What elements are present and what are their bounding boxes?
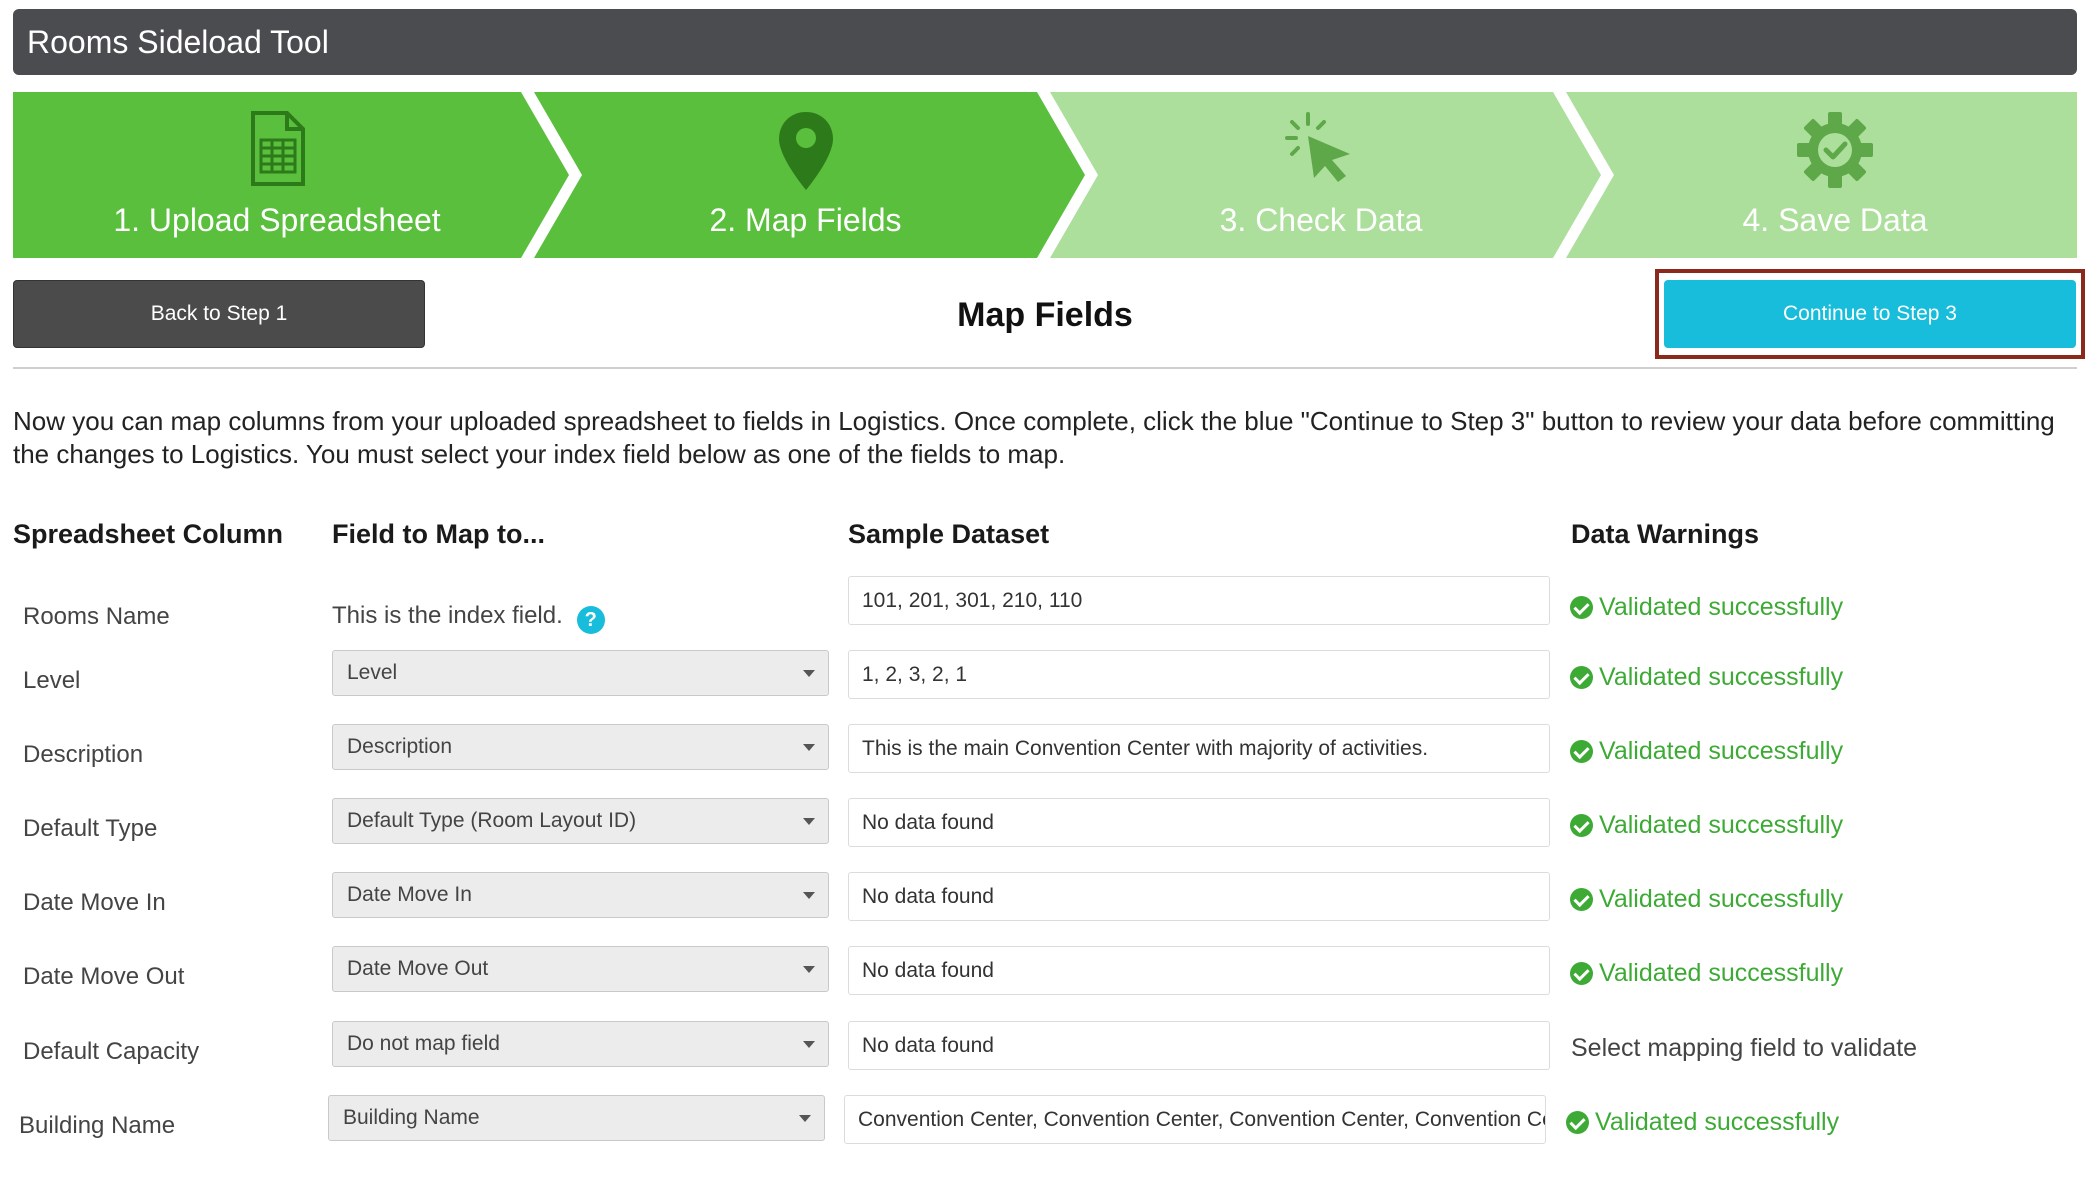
wizard-steps: 1. Upload Spreadsheet 2. Map Fields 3. C…	[13, 92, 2077, 258]
step-upload-spreadsheet[interactable]: 1. Upload Spreadsheet	[13, 92, 541, 258]
field-map-select[interactable]: Building Name	[328, 1095, 825, 1141]
step-save-data[interactable]: 4. Save Data	[1593, 92, 2077, 258]
field-map-select[interactable]: Default Type (Room Layout ID)	[332, 798, 829, 844]
validation-text: Select mapping field to validate	[1571, 1034, 1918, 1062]
validation-status: Validated successfully	[1570, 958, 1843, 988]
spreadsheet-column-name: Date Move In	[23, 889, 166, 916]
field-map-select-value: Level	[347, 661, 398, 684]
validation-status: Validated successfully	[1570, 810, 1843, 840]
spreadsheet-column-name: Rooms Name	[23, 603, 170, 630]
field-map-select[interactable]: Level	[332, 650, 829, 696]
field-map-select[interactable]: Do not map field	[332, 1021, 829, 1067]
step-3-label: 3. Check Data	[1219, 202, 1423, 238]
field-map-select[interactable]: Date Move In	[332, 872, 829, 918]
field-map-select-value: Description	[347, 735, 453, 758]
sample-dataset-field: 1, 2, 3, 2, 1	[848, 650, 1550, 699]
cursor-click-icon	[1284, 110, 1358, 193]
field-map-select-value: Building Name	[343, 1106, 480, 1129]
validation-status: Validated successfully	[1570, 884, 1843, 914]
header-data-warnings: Data Warnings	[1571, 519, 1760, 549]
instructions-text: Now you can map columns from your upload…	[13, 406, 2055, 469]
validation-text: Validated successfully	[1599, 959, 1844, 987]
index-field-text: This is the index field.	[332, 602, 563, 629]
step-map-fields[interactable]: 2. Map Fields	[548, 92, 1063, 258]
chevron-down-icon	[799, 1115, 811, 1122]
spreadsheet-column-name: Date Move Out	[23, 963, 185, 990]
validation-status: Validated successfully	[1570, 736, 1843, 766]
chevron-down-icon	[803, 744, 815, 751]
header-sample-dataset: Sample Dataset	[848, 519, 1050, 549]
mapping-row: Date Move In Date Move In No data found …	[0, 872, 2089, 946]
spreadsheet-icon	[247, 110, 307, 193]
spreadsheet-column-name: Description	[23, 741, 144, 768]
field-map-select-value: Default Type (Room Layout ID)	[347, 809, 637, 832]
spreadsheet-column-name: Default Type	[23, 815, 158, 842]
validation-status: Validated successfully	[1570, 592, 1843, 622]
check-circle-icon	[1570, 961, 1593, 985]
help-icon[interactable]: ?	[576, 606, 605, 634]
check-circle-icon	[1570, 813, 1593, 837]
field-map-select-value: Date Move Out	[347, 957, 489, 980]
gear-check-icon	[1795, 110, 1875, 195]
app-title-bar: Rooms Sideload Tool	[13, 9, 2077, 75]
check-circle-icon	[1570, 887, 1593, 911]
sample-dataset-field: No data found	[848, 946, 1550, 995]
step-4-label: 4. Save Data	[1742, 202, 1928, 238]
back-to-step-1-button[interactable]: Back to Step 1	[13, 280, 425, 348]
map-pin-icon	[776, 110, 836, 197]
check-circle-icon	[1566, 1110, 1589, 1134]
header-divider	[13, 367, 2077, 369]
mapping-row: Description Description This is the main…	[0, 724, 2089, 798]
mapping-row: Building Name Building Name Convention C…	[0, 1095, 2089, 1169]
field-map-select[interactable]: Description	[332, 724, 829, 770]
check-circle-icon	[1570, 739, 1593, 763]
index-field-note: This is the index field. ?	[332, 598, 605, 634]
step-1-label: 1. Upload Spreadsheet	[113, 202, 441, 238]
mapping-row: Level Level 1, 2, 3, 2, 1 Validated succ…	[0, 650, 2089, 724]
field-map-select-value: Do not map field	[347, 1032, 500, 1055]
validation-text: Validated successfully	[1599, 885, 1844, 913]
sample-dataset-field: No data found	[848, 872, 1550, 921]
chevron-down-icon	[803, 670, 815, 677]
spreadsheet-column-name: Level	[23, 667, 81, 694]
header-spreadsheet-column: Spreadsheet Column	[13, 519, 284, 549]
app-title: Rooms Sideload Tool	[27, 24, 329, 60]
step-check-data[interactable]: 3. Check Data	[1066, 92, 1576, 258]
sample-dataset-field: This is the main Convention Center with …	[848, 724, 1550, 773]
chevron-down-icon	[803, 966, 815, 973]
step-2-label: 2. Map Fields	[709, 202, 902, 238]
page-title: Map Fields	[957, 296, 1133, 334]
check-circle-icon	[1570, 595, 1593, 619]
validation-text: Validated successfully	[1599, 737, 1844, 765]
chevron-down-icon	[803, 1041, 815, 1048]
check-circle-icon	[1570, 665, 1593, 689]
spreadsheet-column-name: Default Capacity	[23, 1038, 200, 1065]
validation-text: Validated successfully	[1599, 593, 1844, 621]
validation-text: Validated successfully	[1599, 811, 1844, 839]
mapping-row: Default Type Default Type (Room Layout I…	[0, 798, 2089, 872]
header-field-to-map: Field to Map to...	[332, 519, 545, 549]
mapping-row: Rooms Name This is the index field. ? 10…	[0, 576, 2089, 654]
sample-dataset-field: Convention Center, Convention Center, Co…	[844, 1095, 1546, 1144]
validation-status: Validated successfully	[1566, 1107, 1839, 1137]
field-map-select[interactable]: Date Move Out	[332, 946, 829, 992]
chevron-down-icon	[803, 892, 815, 899]
mapping-row: Date Move Out Date Move Out No data foun…	[0, 946, 2089, 1020]
mapping-row: Default Capacity Do not map field No dat…	[0, 1021, 2089, 1095]
sample-dataset-field: No data found	[848, 798, 1550, 847]
continue-to-step-3-button[interactable]: Continue to Step 3	[1664, 280, 2076, 348]
field-map-select-value: Date Move In	[347, 883, 472, 906]
sample-dataset-field: 101, 201, 301, 210, 110	[848, 576, 1550, 625]
chevron-down-icon	[803, 818, 815, 825]
validation-status: Validated successfully	[1570, 662, 1843, 692]
sample-dataset-field: No data found	[848, 1021, 1550, 1070]
validation-text: Validated successfully	[1599, 663, 1844, 691]
validation-status: Select mapping field to validate	[1571, 1033, 1917, 1063]
spreadsheet-column-name: Building Name	[19, 1112, 176, 1139]
validation-text: Validated successfully	[1595, 1108, 1840, 1136]
